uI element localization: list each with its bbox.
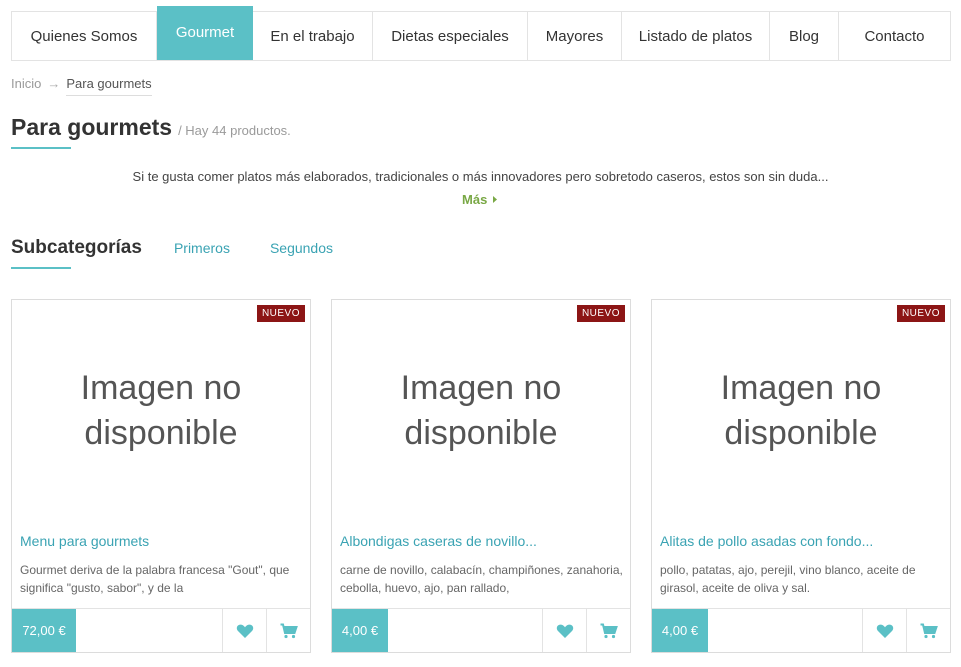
subcategories-underline xyxy=(11,267,71,269)
cart-icon xyxy=(280,623,298,638)
heart-icon xyxy=(236,624,253,638)
product-count: / Hay 44 productos. xyxy=(178,123,291,138)
breadcrumb: Inicio → Para gourmets xyxy=(11,76,152,96)
more-link[interactable]: Más xyxy=(0,192,961,207)
product-image-placeholder[interactable]: Imagen no disponible xyxy=(332,300,630,522)
image-placeholder-text: Imagen no xyxy=(720,369,882,407)
add-to-cart-button[interactable] xyxy=(586,609,630,652)
add-to-cart-button[interactable] xyxy=(906,609,950,652)
nav-item-dietas-especiales[interactable]: Dietas especiales xyxy=(373,12,528,60)
title-underline xyxy=(11,147,71,149)
product-price: 4,00 € xyxy=(652,609,708,652)
new-badge: NUEVO xyxy=(256,305,305,322)
nav-item-en-el-trabajo[interactable]: En el trabajo xyxy=(253,12,373,60)
product-footer: 72,00 € xyxy=(12,608,310,652)
caret-right-icon xyxy=(492,196,497,203)
nav-item-contacto[interactable]: Contacto xyxy=(839,12,950,60)
subcategories-title: Subcategorías xyxy=(11,237,142,258)
image-placeholder-text: Imagen no xyxy=(400,369,562,407)
nav-item-gourmet[interactable]: Gourmet xyxy=(157,6,253,60)
product-description: carne de novillo, calabacín, champiñones… xyxy=(340,563,623,595)
breadcrumb-home-link[interactable]: Inicio xyxy=(11,76,41,96)
nav-item-blog[interactable]: Blog xyxy=(770,12,839,60)
product-card[interactable]: Imagen no disponible NUEVO Alitas de poll… xyxy=(651,299,951,653)
nav-item-mayores[interactable]: Mayores xyxy=(528,12,622,60)
product-image-placeholder[interactable]: Imagen no disponible xyxy=(652,300,950,522)
product-card[interactable]: Imagen no disponible NUEVO Albondigas cas… xyxy=(331,299,631,653)
image-placeholder-text: disponible xyxy=(84,414,238,452)
nav-item-quienes-somos[interactable]: Quienes Somos xyxy=(12,12,157,60)
heart-icon xyxy=(876,624,893,638)
category-heading: Para gourmets / Hay 44 productos. xyxy=(11,114,291,141)
product-price: 72,00 € xyxy=(12,609,76,652)
new-badge: NUEVO xyxy=(896,305,945,322)
product-footer: 4,00 € xyxy=(652,608,950,652)
product-title-link[interactable]: Albondigas caseras de novillo... xyxy=(340,533,624,549)
add-to-wishlist-button[interactable] xyxy=(542,609,586,652)
main-nav: Quienes Somos Gourmet En el trabajo Diet… xyxy=(11,6,951,61)
image-placeholder-text: Imagen no xyxy=(80,369,242,407)
subcategory-link-primeros[interactable]: Primeros xyxy=(174,240,230,256)
add-to-wishlist-button[interactable] xyxy=(222,609,266,652)
add-to-wishlist-button[interactable] xyxy=(862,609,906,652)
product-footer: 4,00 € xyxy=(332,608,630,652)
page-title: Para gourmets xyxy=(11,114,173,140)
product-description: pollo, patatas, ajo, perejil, vino blanc… xyxy=(660,563,916,595)
image-placeholder-text: disponible xyxy=(404,414,558,452)
product-title-link[interactable]: Alitas de pollo asadas con fondo... xyxy=(660,533,944,549)
product-description: Gourmet deriva de la palabra francesa "G… xyxy=(20,563,290,595)
nav-item-listado-de-platos[interactable]: Listado de platos xyxy=(622,12,770,60)
breadcrumb-arrow-icon: → xyxy=(47,76,61,91)
subcategory-link-segundos[interactable]: Segundos xyxy=(270,240,333,256)
category-description: Si te gusta comer platos más elaborados,… xyxy=(132,169,829,184)
subcategories: Subcategorías Primeros Segundos xyxy=(11,237,373,259)
product-image-placeholder[interactable]: Imagen no disponible xyxy=(12,300,310,522)
cart-icon xyxy=(920,623,938,638)
more-label: Más xyxy=(462,192,488,207)
product-price: 4,00 € xyxy=(332,609,388,652)
breadcrumb-current: Para gourmets xyxy=(66,76,152,96)
product-title-link[interactable]: Menu para gourmets xyxy=(20,533,304,549)
new-badge: NUEVO xyxy=(576,305,625,322)
heart-icon xyxy=(556,624,573,638)
image-placeholder-text: disponible xyxy=(724,414,878,452)
cart-icon xyxy=(600,623,618,638)
add-to-cart-button[interactable] xyxy=(266,609,310,652)
product-card[interactable]: Imagen no disponible NUEVO Menu para gour… xyxy=(11,299,311,653)
